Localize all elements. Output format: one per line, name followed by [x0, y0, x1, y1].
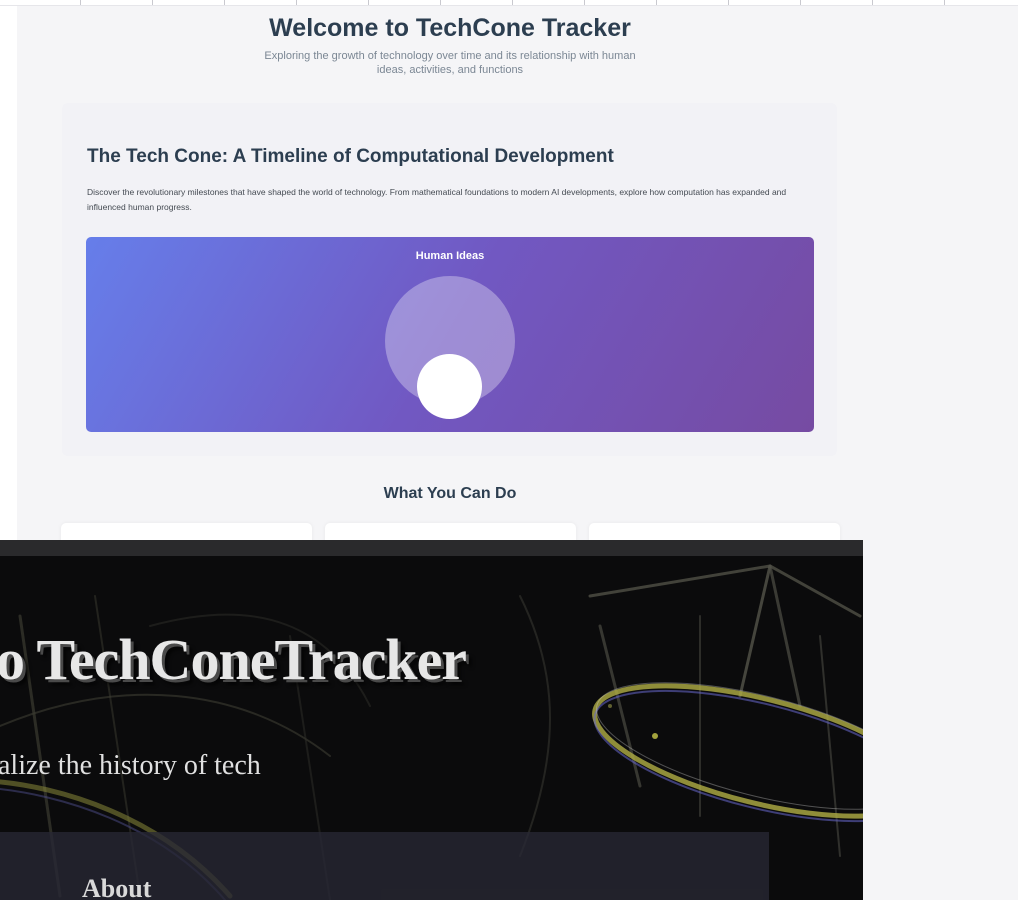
- dark-page-subtitle: alize the history of tech: [0, 750, 261, 781]
- tick: [944, 0, 945, 5]
- tick: [584, 0, 585, 5]
- cone-inner-circle[interactable]: [417, 354, 482, 419]
- tick: [368, 0, 369, 5]
- tick: [224, 0, 225, 5]
- tick: [440, 0, 441, 5]
- left-gutter: [0, 0, 17, 540]
- about-heading: About: [82, 874, 152, 900]
- top-tick-strip: [0, 0, 1018, 6]
- tech-cone-heading: The Tech Cone: A Timeline of Computation…: [87, 146, 614, 167]
- light-page: Welcome to TechCone Tracker Exploring th…: [0, 0, 1018, 553]
- page-title: Welcome to TechCone Tracker: [269, 14, 631, 42]
- tick: [800, 0, 801, 5]
- tech-cone-visual[interactable]: Human Ideas: [86, 237, 814, 432]
- page-subtitle: Exploring the growth of technology over …: [264, 50, 636, 76]
- tick: [296, 0, 297, 5]
- tick: [872, 0, 873, 5]
- dark-top-bar: [0, 540, 863, 556]
- tick: [656, 0, 657, 5]
- tech-cone-description: Discover the revolutionary milestones th…: [87, 187, 787, 212]
- dark-page-title: o TechConeTracker: [0, 627, 467, 692]
- features-heading: What You Can Do: [383, 485, 517, 502]
- tick: [152, 0, 153, 5]
- cone-layer-label: Human Ideas: [415, 250, 485, 262]
- tick: [728, 0, 729, 5]
- dark-page: o TechConeTracker alize the history of t…: [0, 540, 863, 900]
- tick: [80, 0, 81, 5]
- tick: [512, 0, 513, 5]
